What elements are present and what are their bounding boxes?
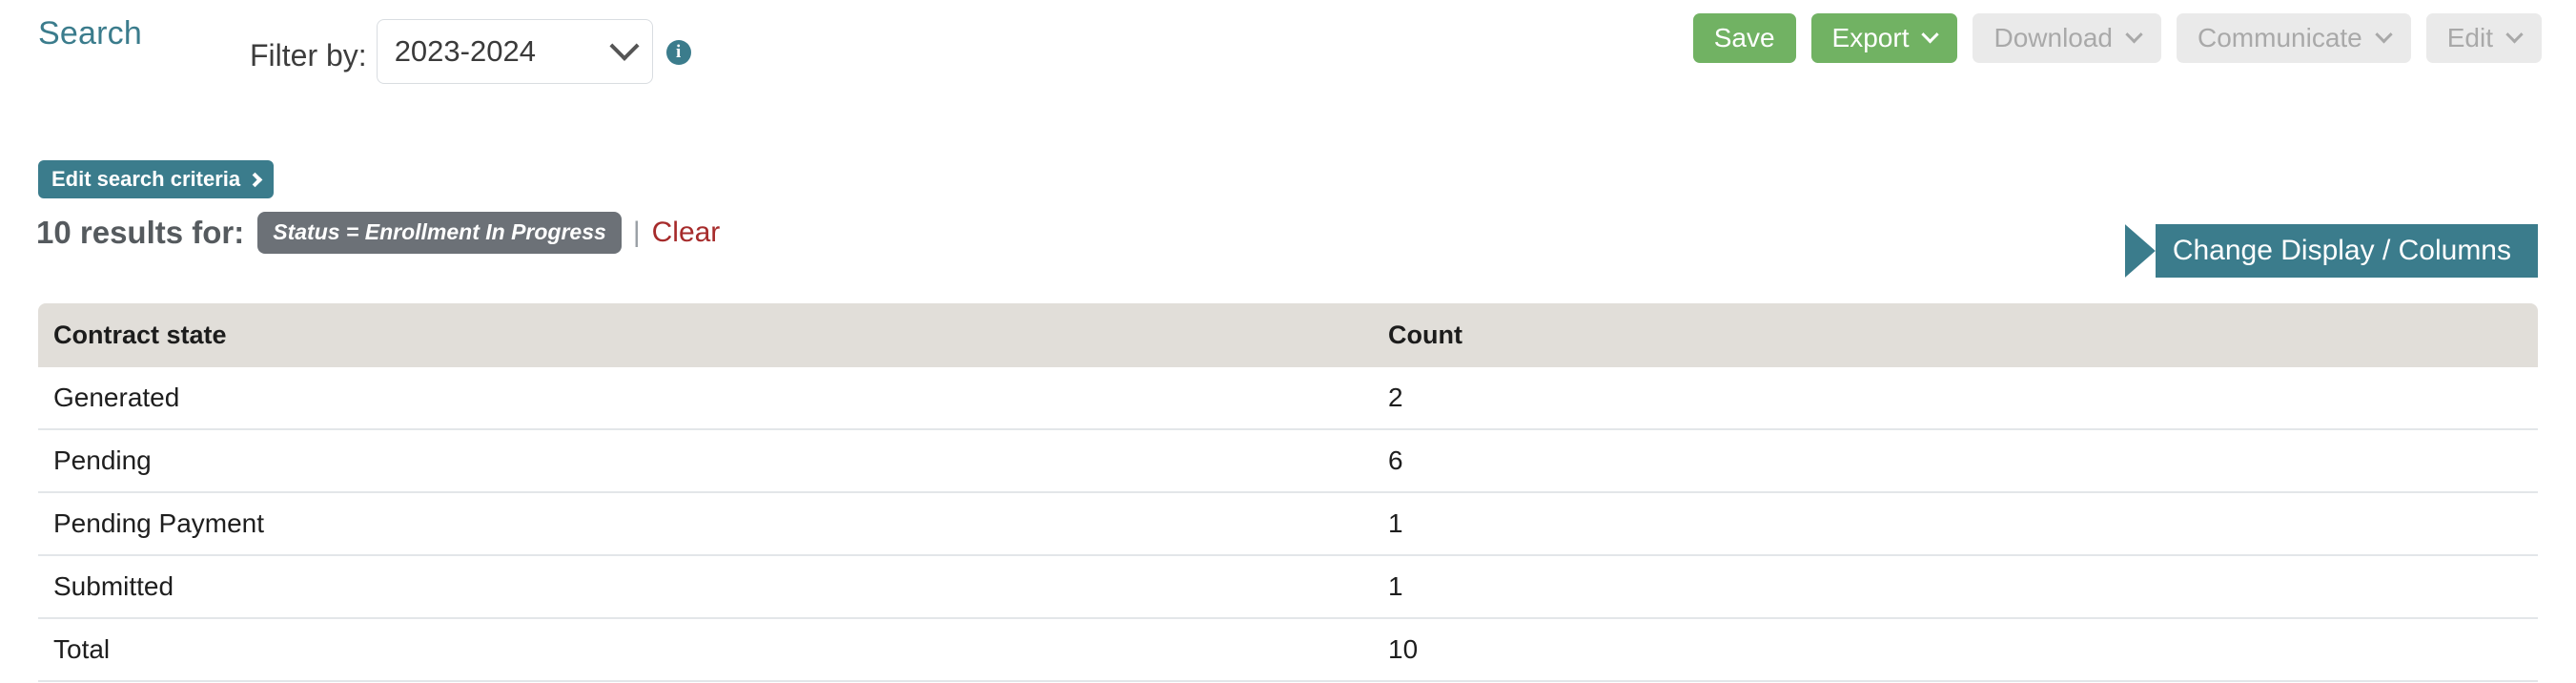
search-link[interactable]: Search bbox=[38, 15, 142, 52]
edit-button-label: Edit bbox=[2447, 23, 2493, 53]
arrow-right-icon bbox=[2125, 224, 2156, 278]
table-row[interactable]: Submitted 1 bbox=[38, 555, 2538, 618]
cell-contract-state: Submitted bbox=[38, 555, 1373, 618]
table-header-row: Contract state Count bbox=[38, 303, 2538, 367]
year-filter-value: 2023-2024 bbox=[395, 34, 614, 69]
table-body: Generated 2 Pending 6 Pending Payment 1 … bbox=[38, 367, 2538, 681]
info-icon[interactable]: i bbox=[666, 40, 691, 65]
cell-count: 6 bbox=[1373, 429, 2538, 492]
chevron-down-icon bbox=[609, 31, 639, 61]
save-button-label: Save bbox=[1714, 23, 1775, 53]
chevron-down-icon bbox=[2375, 26, 2392, 43]
table-row[interactable]: Generated 2 bbox=[38, 367, 2538, 429]
table-row[interactable]: Pending Payment 1 bbox=[38, 492, 2538, 555]
table-row[interactable]: Pending 6 bbox=[38, 429, 2538, 492]
edit-search-criteria-label: Edit search criteria bbox=[51, 167, 240, 192]
cell-count: 1 bbox=[1373, 555, 2538, 618]
results-count-label: 10 results for: bbox=[36, 215, 244, 251]
filter-by-label: Filter by: bbox=[250, 19, 367, 71]
cell-count: 10 bbox=[1373, 618, 2538, 681]
cell-contract-state: Pending Payment bbox=[38, 492, 1373, 555]
chevron-down-icon bbox=[1922, 26, 1939, 43]
column-header-contract-state[interactable]: Contract state bbox=[38, 303, 1373, 367]
status-filter-chip[interactable]: Status = Enrollment In Progress bbox=[257, 212, 622, 254]
edit-button[interactable]: Edit bbox=[2426, 13, 2542, 63]
separator: | bbox=[622, 217, 652, 249]
clear-filters-link[interactable]: Clear bbox=[652, 217, 721, 249]
edit-search-criteria-button[interactable]: Edit search criteria bbox=[38, 160, 274, 198]
column-header-count[interactable]: Count bbox=[1373, 303, 2538, 367]
table-header: Contract state Count bbox=[38, 303, 2538, 367]
chevron-down-icon bbox=[2125, 26, 2142, 43]
results-summary-row: 10 results for: Status = Enrollment In P… bbox=[36, 212, 720, 254]
chevron-right-icon bbox=[248, 172, 263, 187]
communicate-button-label: Communicate bbox=[2198, 23, 2362, 53]
year-filter-select[interactable]: 2023-2024 bbox=[377, 19, 653, 84]
communicate-button[interactable]: Communicate bbox=[2177, 13, 2411, 63]
export-button[interactable]: Export bbox=[1811, 13, 1958, 63]
download-button-label: Download bbox=[1993, 23, 2113, 53]
top-toolbar: Search Filter by: 2023-2024 i Save Expor… bbox=[0, 0, 2576, 78]
cell-contract-state: Total bbox=[38, 618, 1373, 681]
action-button-group: Save Export Download Communicate Edit bbox=[1693, 13, 2542, 63]
save-button[interactable]: Save bbox=[1693, 13, 1796, 63]
search-results-page: Search Filter by: 2023-2024 i Save Expor… bbox=[0, 0, 2576, 683]
cell-count: 1 bbox=[1373, 492, 2538, 555]
change-display-columns-label: Change Display / Columns bbox=[2156, 224, 2538, 278]
change-display-columns-button[interactable]: Change Display / Columns bbox=[2125, 224, 2538, 278]
info-icon-glyph: i bbox=[676, 42, 681, 63]
cell-contract-state: Generated bbox=[38, 367, 1373, 429]
cell-contract-state: Pending bbox=[38, 429, 1373, 492]
cell-count: 2 bbox=[1373, 367, 2538, 429]
download-button[interactable]: Download bbox=[1973, 13, 2161, 63]
filter-group: Filter by: 2023-2024 i bbox=[250, 6, 691, 84]
chevron-down-icon bbox=[2505, 26, 2523, 43]
results-table: Contract state Count Generated 2 Pending… bbox=[38, 303, 2538, 682]
export-button-label: Export bbox=[1832, 23, 1910, 53]
table-row-total[interactable]: Total 10 bbox=[38, 618, 2538, 681]
